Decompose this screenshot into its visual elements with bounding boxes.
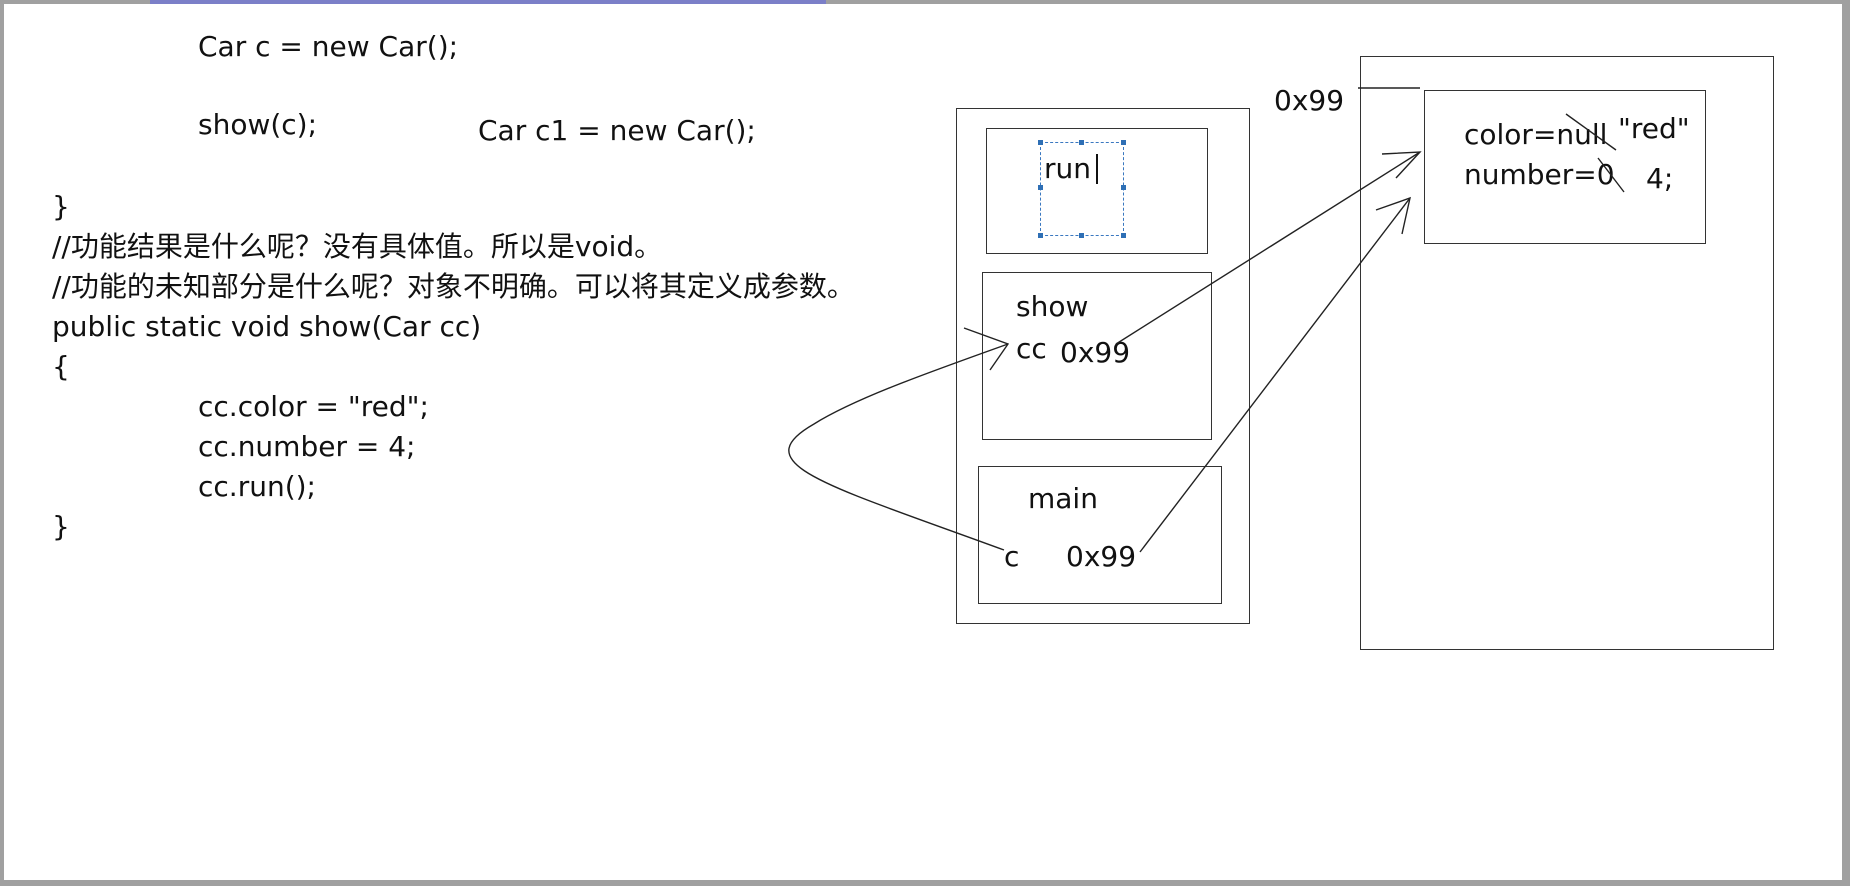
arrow-head-c <box>1375 196 1411 235</box>
diagram-lines <box>788 87 1625 553</box>
arrow-c-to-object <box>1139 197 1411 553</box>
drawing-canvas: Car c = new Car(); show(c); Car c1 = new… <box>4 4 1842 880</box>
strike-null <box>1565 113 1617 151</box>
arrow-cc-to-object <box>1115 151 1421 345</box>
arrow-pass-argument <box>788 343 1009 551</box>
strike-zero <box>1597 157 1625 193</box>
arrow-head-pass <box>963 327 1010 371</box>
